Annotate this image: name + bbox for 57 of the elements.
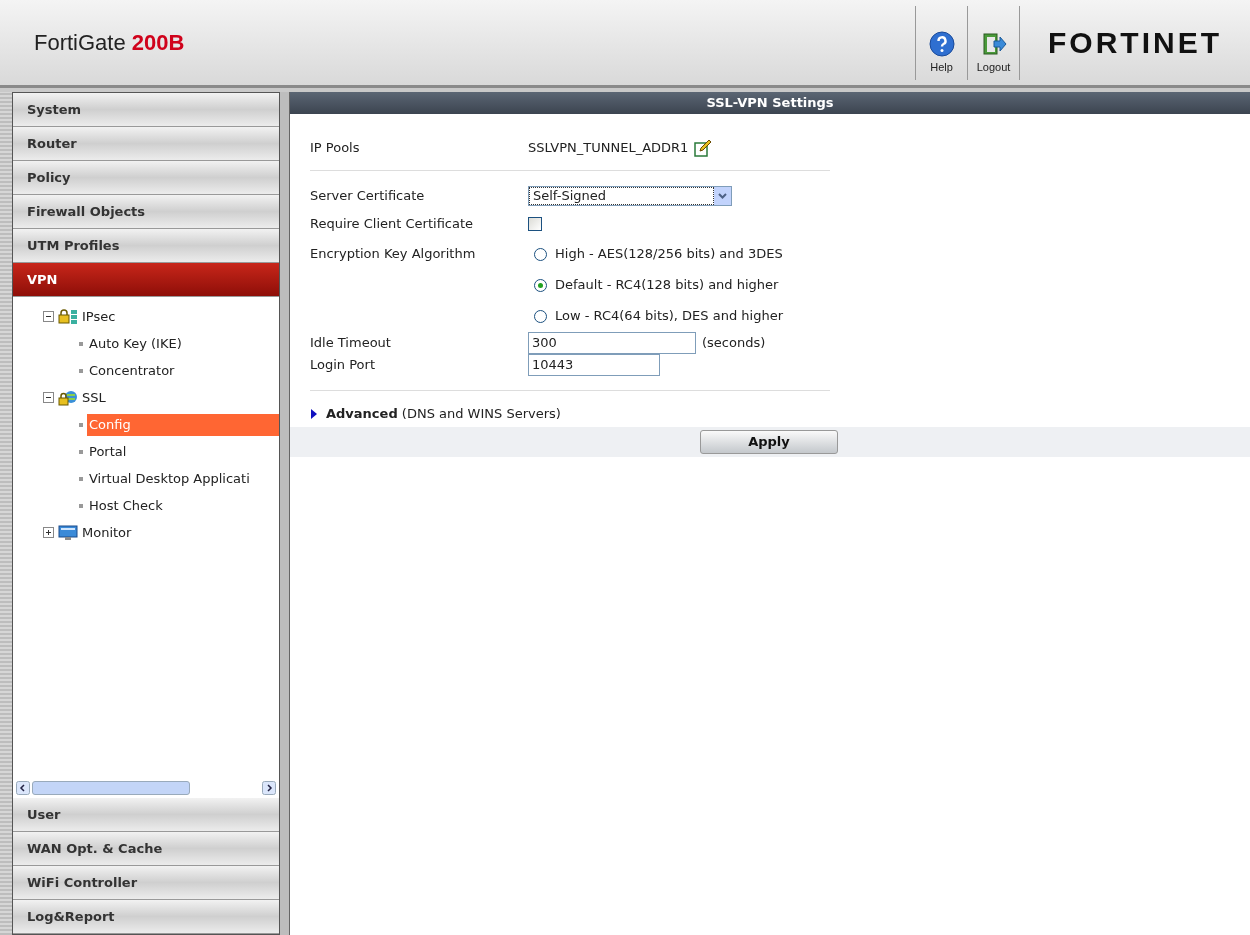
door-arrow-icon	[980, 31, 1007, 57]
field-label: IP Pools	[310, 139, 361, 157]
tree-item[interactable]: SSL	[82, 387, 106, 408]
field-label: Encryption Key Algorithm	[310, 244, 477, 263]
sidebar-menu-item[interactable]: WAN Opt. & Cache	[13, 832, 279, 866]
collapsed-triangle-icon[interactable]	[310, 407, 318, 420]
sidebar-menu-item[interactable]: VPN	[13, 263, 279, 297]
option-label: Default - RC4(128 bits) and higher	[555, 276, 779, 295]
tree-item[interactable]: Portal	[87, 440, 279, 463]
option-label: Low - RC4(64 bits), DES and higher	[555, 307, 783, 326]
lock-globe-icon	[58, 389, 78, 406]
tree-item[interactable]: Monitor	[82, 522, 132, 543]
certificate-select[interactable]: Self-Signed	[528, 185, 732, 206]
option-label: High - AES(128/256 bits) and 3DES	[555, 245, 783, 264]
sidebar-menu-item[interactable]: Router	[13, 127, 279, 161]
help-icon	[928, 31, 955, 57]
dropdown-caret-icon[interactable]	[714, 186, 731, 205]
login-port-field[interactable]: 10443	[528, 353, 660, 376]
sidebar-menu-item[interactable]: Log&Report	[13, 900, 279, 934]
product-name: FortiGate	[34, 29, 126, 57]
apply-button[interactable]: Apply	[700, 429, 838, 454]
radio-button[interactable]	[534, 309, 547, 323]
sidebar-menu-item[interactable]: System	[13, 93, 279, 127]
tree-item[interactable]: IPsec	[82, 306, 116, 327]
tree-item[interactable]: Concentrator	[87, 359, 279, 382]
field-label: Require Client Certificate	[310, 214, 475, 233]
sidebar-menu-item[interactable]: WiFi Controller	[13, 866, 279, 900]
field-label: Server Certificate	[310, 186, 426, 205]
sidebar-menu-item[interactable]: User	[13, 798, 279, 832]
brand-logo: FORTINET	[1048, 25, 1222, 61]
collapse-icon[interactable]	[43, 311, 54, 322]
model-name: 200B	[131, 29, 185, 57]
help-button[interactable]: Help	[915, 5, 967, 80]
expand-icon[interactable]	[43, 527, 54, 538]
unit-label: (seconds)	[702, 333, 766, 352]
tree-item[interactable]: Host Check	[87, 494, 279, 517]
ip-pool-value: SSLVPN_TUNNEL_ADDR1	[528, 139, 689, 157]
field-label: Login Port	[310, 355, 376, 374]
sidebar-menu-item[interactable]: Firewall Objects	[13, 195, 279, 229]
edit-icon[interactable]	[694, 138, 713, 157]
sidebar-menu-item[interactable]: Policy	[13, 161, 279, 195]
lock-network-icon	[58, 308, 78, 325]
idle-timeout-field[interactable]: 300	[528, 331, 696, 354]
horizontal-scrollbar[interactable]	[13, 778, 279, 798]
collapse-icon[interactable]	[43, 392, 54, 403]
tree-item[interactable]: Virtual Desktop Applicati	[87, 467, 279, 490]
scroll-right-icon[interactable]	[262, 781, 276, 795]
radio-button[interactable]	[534, 247, 547, 261]
tree-item[interactable]: Auto Key (IKE)	[87, 332, 279, 355]
radio-button[interactable]	[534, 278, 547, 292]
field-label: Idle Timeout	[310, 333, 392, 352]
monitor-icon	[58, 524, 78, 541]
sidebar-menu-item[interactable]: UTM Profiles	[13, 229, 279, 263]
panel-title: SSL-VPN Settings	[290, 92, 1250, 114]
checkbox[interactable]	[528, 216, 542, 231]
scroll-left-icon[interactable]	[16, 781, 30, 795]
advanced-toggle[interactable]: Advanced (DNS and WINS Servers)	[326, 403, 561, 424]
